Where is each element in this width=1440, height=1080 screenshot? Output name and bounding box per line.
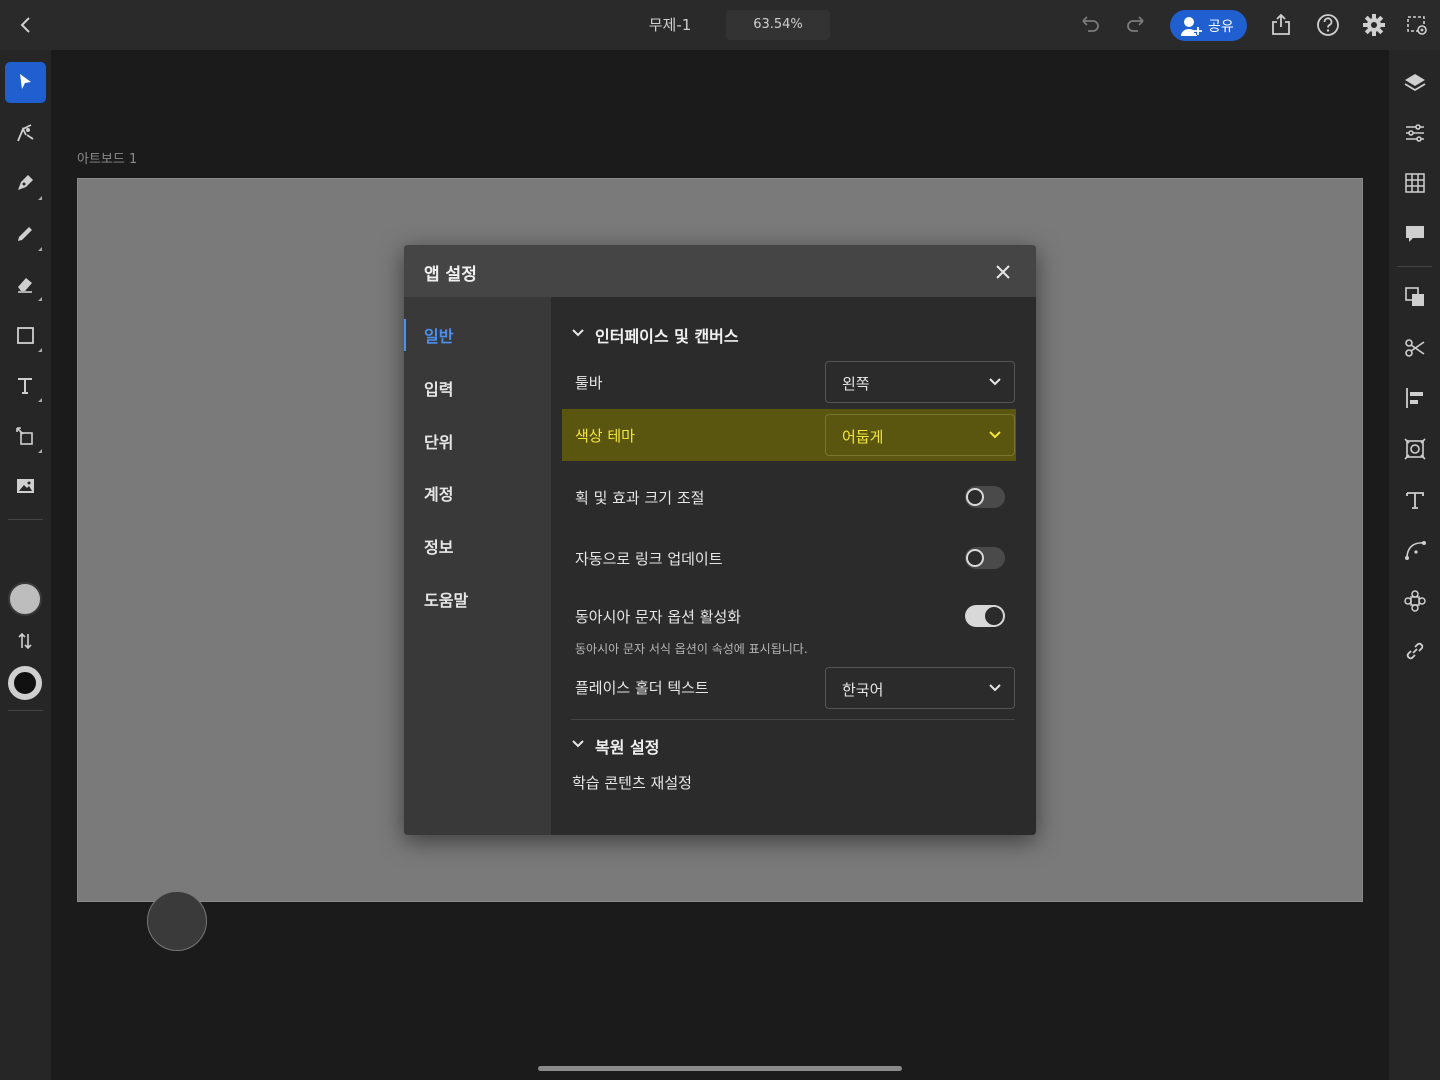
chevron-down-icon: [988, 430, 1002, 440]
tool-menu-indicator: [38, 348, 42, 352]
repeat-icon[interactable]: [1402, 436, 1428, 462]
placeholder-text-label: 플레이스 홀더 텍스트: [575, 679, 709, 697]
scale-strokes-label: 획 및 효과 크기 조절: [575, 489, 705, 507]
path-icon[interactable]: [1402, 537, 1428, 563]
dialog-header: 앱 설정: [404, 245, 1036, 297]
placeholder-text-select[interactable]: 한국어: [825, 667, 1015, 709]
auto-update-links-toggle[interactable]: [965, 547, 1005, 569]
scale-strokes-toggle[interactable]: [965, 486, 1005, 508]
type-properties-icon[interactable]: [1402, 487, 1428, 513]
toolbar-setting-label: 툴바: [575, 374, 603, 392]
reset-learning-content-button[interactable]: 학습 콘텐츠 재설정: [572, 772, 692, 793]
nav-item-input[interactable]: 입력: [424, 376, 453, 400]
auto-update-links-label: 자동으로 링크 업데이트: [575, 550, 723, 568]
color-theme-label: 색상 테마: [575, 427, 635, 445]
settings-nav: 일반 입력 단위 계정 정보 도움말: [404, 297, 551, 835]
chevron-down-icon: [988, 377, 1002, 387]
link-icon[interactable]: [1402, 638, 1428, 664]
tool-menu-indicator: [38, 449, 42, 453]
redo-icon[interactable]: [1123, 12, 1149, 38]
transform-tool[interactable]: [5, 416, 46, 457]
chevron-down-icon: [571, 739, 585, 749]
tool-menu-indicator: [38, 196, 42, 200]
tool-menu-indicator: [38, 398, 42, 402]
toggle-knob: [985, 607, 1003, 625]
select-value: 어둡게: [842, 428, 884, 446]
nav-item-help[interactable]: 도움말: [424, 587, 468, 611]
toolbar-divider: [8, 710, 43, 711]
nav-item-account[interactable]: 계정: [424, 481, 453, 505]
libraries-icon[interactable]: [1402, 170, 1428, 196]
nav-item-about[interactable]: 정보: [424, 534, 453, 558]
east-asian-options-toggle[interactable]: [965, 605, 1005, 627]
east-asian-options-label: 동아시아 문자 옵션 활성화: [575, 608, 742, 626]
undo-icon[interactable]: [1077, 12, 1103, 38]
toolbar-divider: [1397, 266, 1432, 267]
cut-icon[interactable]: [1402, 335, 1428, 361]
home-indicator: [538, 1066, 902, 1071]
properties-icon[interactable]: [1402, 120, 1428, 146]
dialog-title: 앱 설정: [424, 265, 477, 285]
gear-icon[interactable]: [1361, 12, 1387, 38]
settings-content: 인터페이스 및 캔버스 툴바 왼쪽 색상 테마 어둡게 획 및 효과 크기 조절…: [551, 297, 1036, 835]
preview-icon[interactable]: [1404, 12, 1430, 38]
touch-modifier-button[interactable]: [147, 891, 207, 951]
select-value: 한국어: [842, 681, 884, 699]
nav-item-units[interactable]: 단위: [424, 429, 453, 453]
share-button[interactable]: 공유: [1170, 10, 1247, 41]
top-bar: 무제-1 63.54% 공유: [0, 0, 1440, 50]
pattern-icon[interactable]: [1402, 588, 1428, 614]
nav-active-indicator: [404, 319, 406, 351]
direct-select-tool[interactable]: [5, 112, 46, 153]
export-icon[interactable]: [1268, 12, 1294, 38]
east-asian-options-description: 동아시아 문자 서식 옵션이 속성에 표시됩니다.: [575, 642, 808, 656]
type-tool[interactable]: [5, 365, 46, 406]
image-tool[interactable]: [5, 466, 46, 507]
right-toolbar: [1389, 50, 1440, 1080]
section-title: 복원 설정: [595, 738, 660, 757]
stroke-color-swatch[interactable]: [8, 666, 42, 700]
toggle-knob: [966, 488, 984, 506]
toolbar-position-select[interactable]: 왼쪽: [825, 361, 1015, 403]
fill-color-swatch[interactable]: [8, 582, 42, 616]
document-title[interactable]: 무제-1: [600, 14, 740, 35]
left-toolbar: [0, 50, 51, 1080]
app-settings-dialog: 앱 설정 일반 입력 단위 계정 정보 도움말 인터페이스 및 캔버스 툴바 왼…: [404, 245, 1036, 835]
chevron-down-icon: [571, 328, 585, 338]
pen-tool[interactable]: [5, 163, 46, 204]
section-divider: [571, 719, 1015, 720]
align-icon[interactable]: [1402, 385, 1428, 411]
rectangle-tool[interactable]: [5, 315, 46, 356]
zoom-level[interactable]: 63.54%: [726, 10, 830, 40]
toolbar-divider: [8, 519, 43, 520]
comments-icon[interactable]: [1402, 221, 1428, 247]
section-title: 인터페이스 및 캔버스: [595, 327, 739, 346]
color-theme-row: 색상 테마 어둡게: [562, 409, 1016, 461]
select-tool[interactable]: [5, 62, 46, 103]
back-icon[interactable]: [14, 13, 38, 37]
eraser-tool[interactable]: [5, 264, 46, 305]
chevron-down-icon: [988, 683, 1002, 693]
tool-menu-indicator: [38, 297, 42, 301]
artboard-label[interactable]: 아트보드 1: [77, 148, 137, 167]
select-value: 왼쪽: [842, 375, 870, 393]
share-label: 공유: [1208, 19, 1234, 35]
arrange-icon[interactable]: [1402, 284, 1428, 310]
color-theme-select[interactable]: 어둡게: [825, 414, 1015, 456]
pencil-tool[interactable]: [5, 214, 46, 255]
close-icon[interactable]: [992, 261, 1014, 283]
help-icon[interactable]: [1315, 12, 1341, 38]
toggle-knob: [966, 549, 984, 567]
share-person-icon: [1179, 15, 1203, 37]
swap-icon[interactable]: [14, 630, 36, 652]
tool-menu-indicator: [38, 247, 42, 251]
nav-item-general[interactable]: 일반: [424, 323, 453, 347]
layers-icon[interactable]: [1402, 70, 1428, 96]
